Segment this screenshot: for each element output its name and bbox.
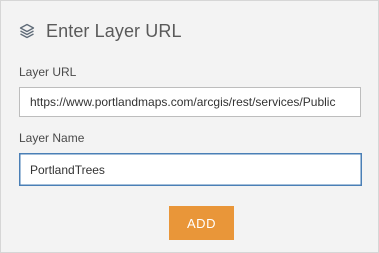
layer-name-input[interactable] bbox=[19, 153, 362, 186]
panel-header: Enter Layer URL bbox=[18, 19, 182, 43]
add-button[interactable]: ADD bbox=[169, 206, 234, 240]
enter-layer-url-panel: Enter Layer URL Layer URL Layer Name ADD bbox=[0, 0, 379, 253]
layer-name-label: Layer Name bbox=[19, 131, 85, 145]
layer-url-label: Layer URL bbox=[19, 65, 77, 79]
panel-title: Enter Layer URL bbox=[46, 20, 182, 41]
layers-icon bbox=[18, 22, 36, 40]
layer-url-input[interactable] bbox=[19, 87, 361, 117]
